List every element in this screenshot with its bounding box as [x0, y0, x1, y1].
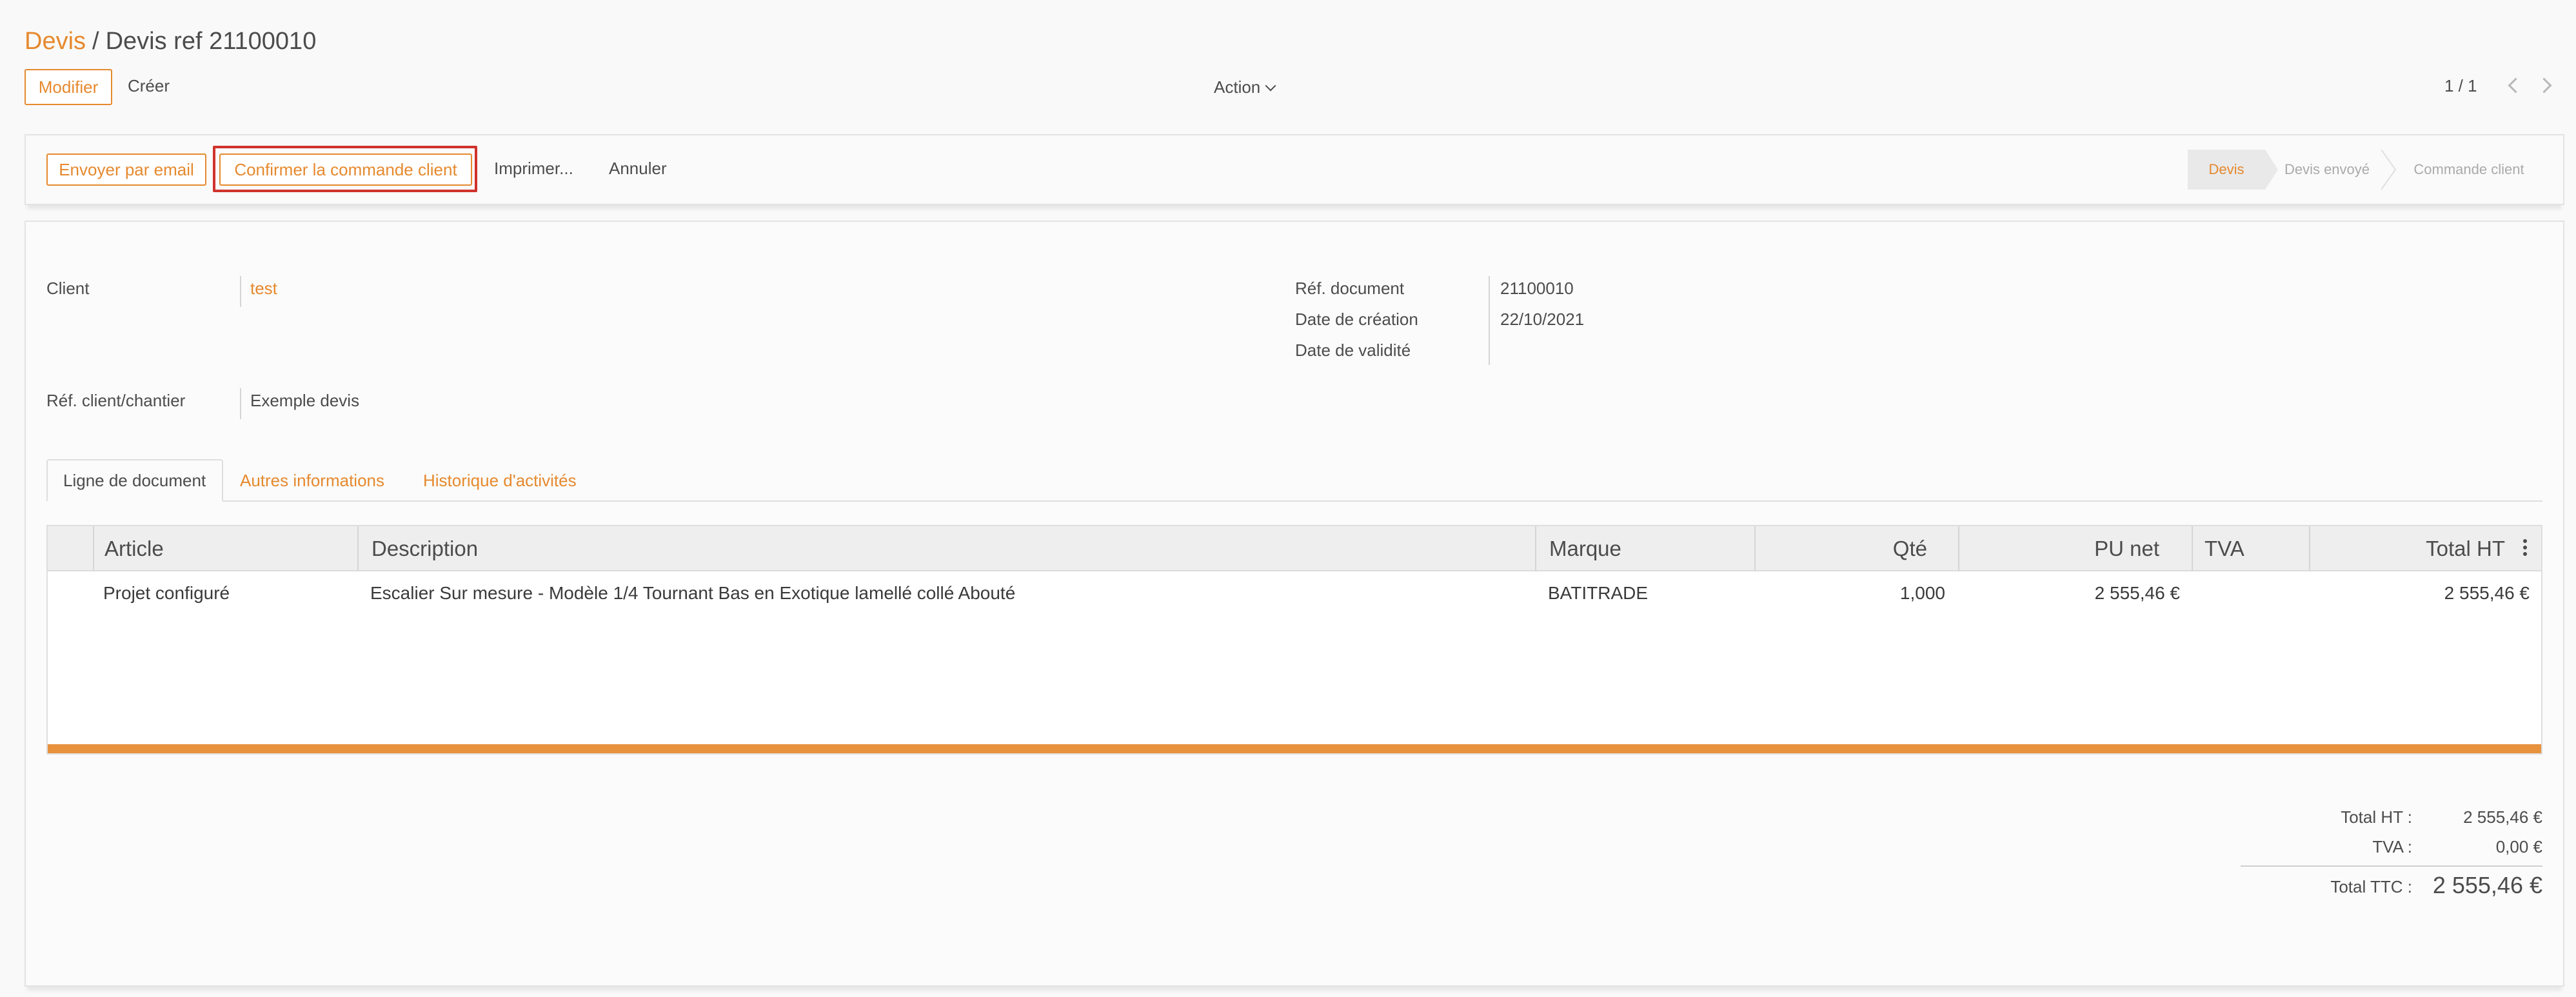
column-header-marque[interactable]: Marque: [1549, 526, 1621, 571]
chevron-down-icon: [1265, 80, 1276, 91]
date-validite-label: Date de validité: [1295, 341, 1411, 360]
column-separator: [1754, 526, 1756, 571]
totals-divider: [2241, 865, 2542, 867]
pager-value: 1 / 1: [2444, 76, 2477, 95]
cell-total-ht[interactable]: 2 555,46 €: [2322, 578, 2530, 609]
stage-arrow: [2265, 150, 2278, 190]
total-ttc-value: 2 555,46 €: [2432, 872, 2542, 898]
table-footer-bar: [48, 744, 2541, 753]
column-separator: [2192, 526, 2193, 571]
page-title: Devis ref 21100010: [105, 28, 317, 55]
field-divider: [240, 388, 241, 419]
breadcrumb-devis-link[interactable]: Devis: [25, 28, 86, 55]
cell-marque[interactable]: BATITRADE: [1548, 578, 1648, 609]
ref-document-value: 21100010: [1500, 279, 1574, 298]
column-header-tva[interactable]: TVA: [2204, 526, 2244, 571]
stage-devis[interactable]: Devis: [2188, 150, 2265, 190]
tab-ligne-document[interactable]: Ligne de document: [46, 459, 223, 502]
column-separator: [1535, 526, 1536, 571]
column-header-article[interactable]: Article: [104, 526, 164, 571]
breadcrumb-separator: /: [92, 28, 99, 55]
field-divider: [1489, 276, 1490, 365]
client-label: Client: [46, 279, 90, 298]
stage-devis-envoye[interactable]: Devis envoyé: [2279, 150, 2375, 190]
edit-button[interactable]: Modifier: [25, 69, 112, 105]
highlight-annotation-box: [213, 146, 477, 192]
column-header-pu-net[interactable]: PU net: [1971, 526, 2159, 571]
date-creation-value: 22/10/2021: [1500, 310, 1585, 329]
tva-value: 0,00 €: [2495, 837, 2542, 856]
pager-previous-icon[interactable]: [2508, 77, 2524, 94]
column-options-icon[interactable]: [2523, 539, 2527, 558]
tab-autres-informations[interactable]: Autres informations: [224, 459, 400, 502]
date-creation-label: Date de création: [1295, 310, 1418, 329]
print-button[interactable]: Imprimer...: [494, 159, 573, 179]
cancel-button[interactable]: Annuler: [609, 159, 667, 179]
cell-article[interactable]: Projet configuré: [103, 578, 230, 609]
total-ttc-label: Total TTC :: [2330, 877, 2412, 896]
stage-separator-icon: [2381, 150, 2397, 190]
tva-label: TVA :: [2372, 837, 2412, 856]
action-label: Action: [1214, 77, 1261, 97]
breadcrumb: Devis / Devis ref 21100010: [25, 25, 316, 58]
column-header-total-ht[interactable]: Total HT: [2322, 526, 2505, 571]
column-separator: [357, 526, 359, 571]
cell-qte[interactable]: 1,000: [1767, 578, 1945, 609]
tab-historique-activites[interactable]: Historique d'activités: [408, 459, 592, 502]
ref-client-value: Exemple devis: [250, 391, 360, 410]
action-dropdown[interactable]: Action: [1214, 77, 1276, 97]
cell-description[interactable]: Escalier Sur mesure - Modèle 1/4 Tournan…: [370, 578, 1015, 609]
column-separator: [2309, 526, 2310, 571]
stage-commande-client[interactable]: Commande client: [2406, 150, 2532, 190]
total-ht-value: 2 555,46 €: [2463, 807, 2542, 827]
column-header-description[interactable]: Description: [372, 526, 478, 571]
pager-next-icon[interactable]: [2536, 77, 2552, 94]
ref-client-label: Réf. client/chantier: [46, 391, 186, 410]
cell-pu-net[interactable]: 2 555,46 €: [1971, 578, 2180, 609]
client-value[interactable]: test: [250, 279, 277, 299]
send-email-button[interactable]: Envoyer par email: [46, 153, 206, 186]
column-separator: [1958, 526, 1959, 571]
column-header-qte[interactable]: Qté: [1767, 526, 1927, 571]
ref-document-label: Réf. document: [1295, 279, 1405, 298]
column-separator: [93, 526, 94, 571]
create-button[interactable]: Créer: [128, 76, 170, 96]
field-divider: [240, 276, 241, 307]
total-ht-label: Total HT :: [2341, 807, 2412, 827]
